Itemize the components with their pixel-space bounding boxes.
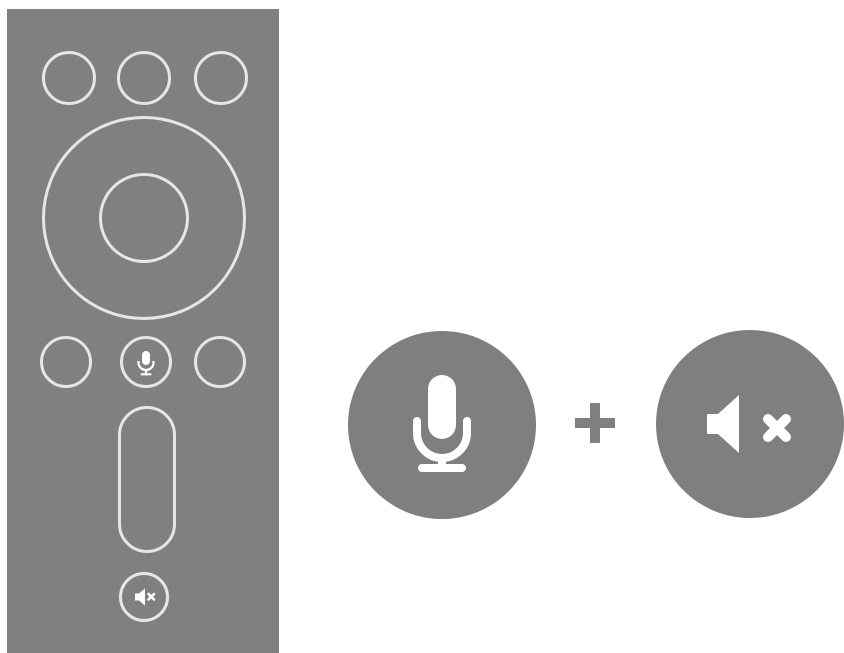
plus-icon [575,403,615,443]
top-left-button[interactable] [42,51,96,105]
mute-icon [135,588,156,606]
top-center-button[interactable] [117,51,171,105]
top-right-button[interactable] [194,51,248,105]
mute-key-circle [656,330,844,518]
microphone-icon [413,375,471,472]
volume-rocker[interactable] [118,406,176,553]
ok-button[interactable] [99,173,189,263]
microphone-icon [137,351,155,376]
remote-control [7,9,279,653]
microphone-key-circle [348,331,536,519]
right-function-button[interactable] [194,336,246,388]
left-function-button[interactable] [40,336,92,388]
mic-button[interactable] [120,336,172,388]
mute-button[interactable] [119,572,169,622]
mute-icon [707,395,791,453]
